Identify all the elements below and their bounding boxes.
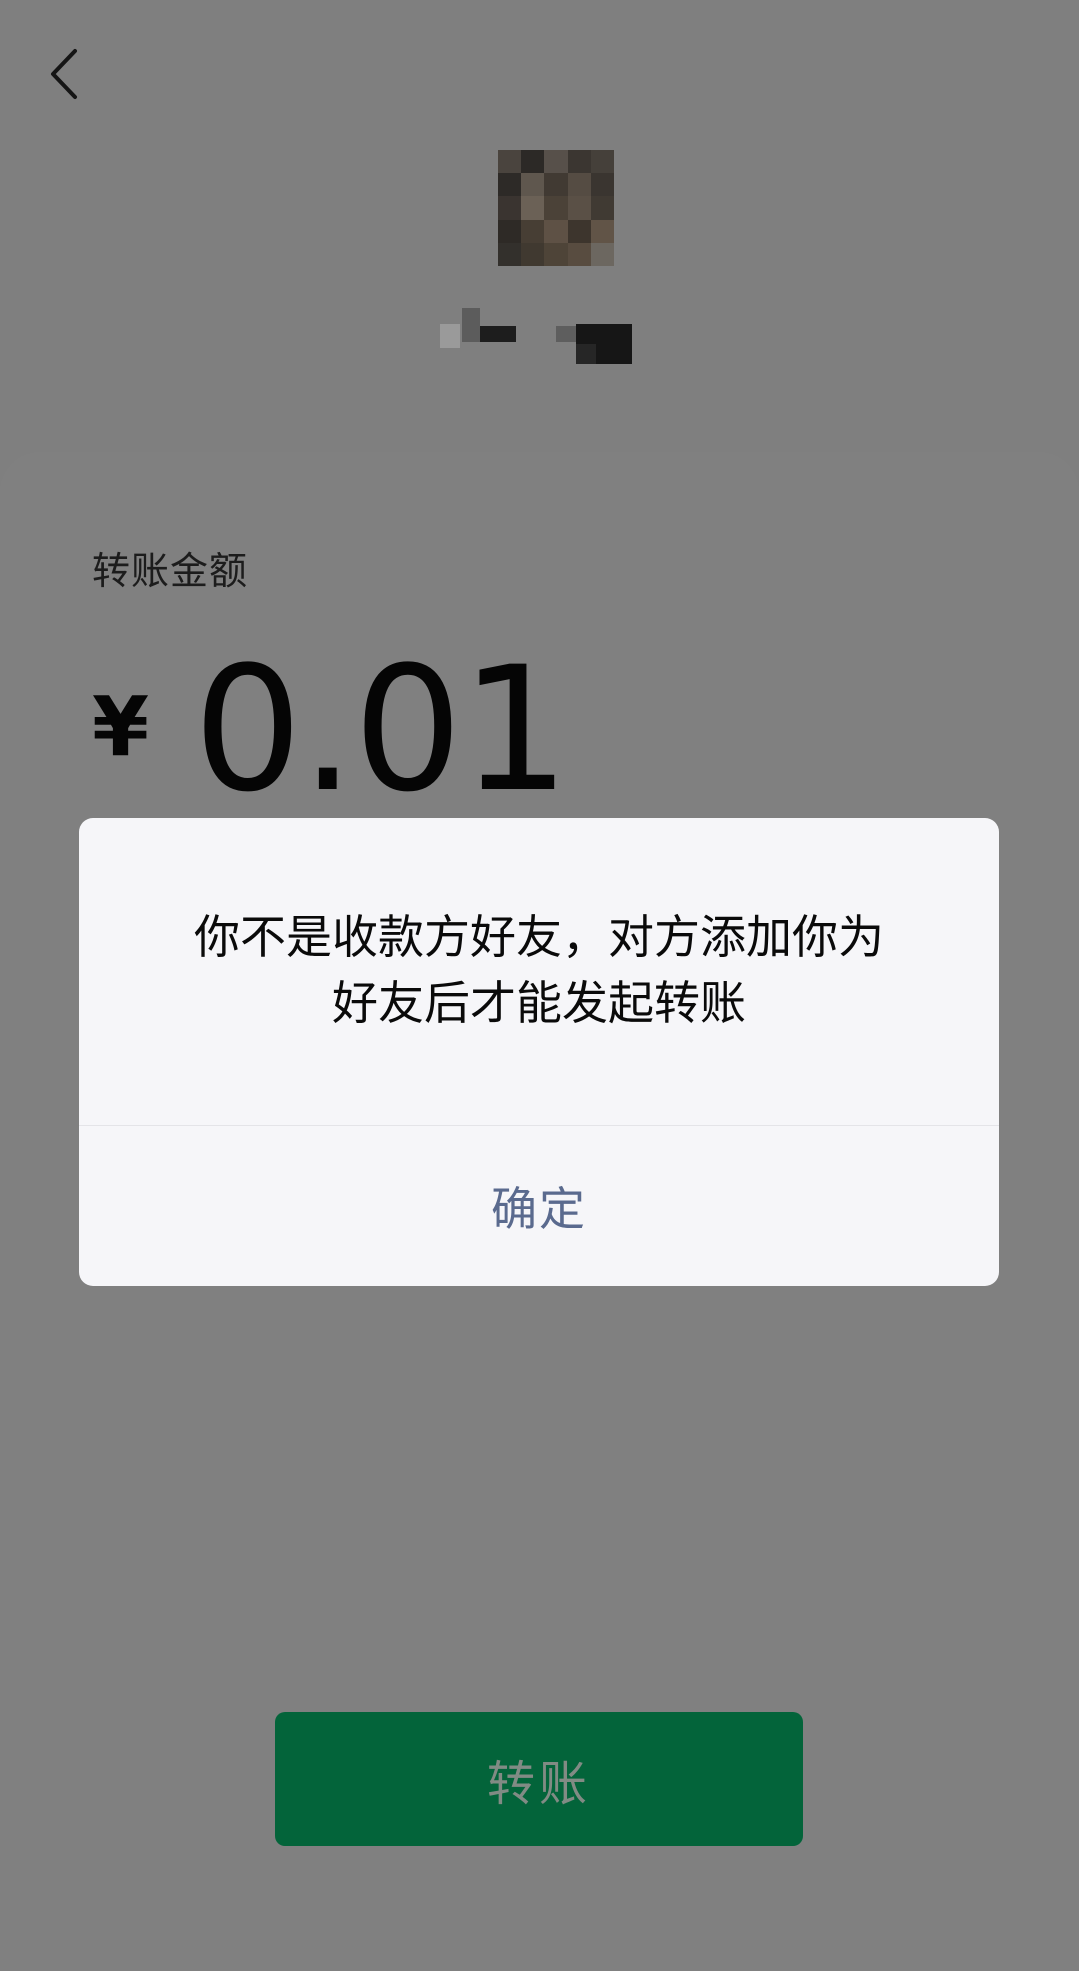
transfer-screen: 转账金额 ¥ 0.01 转账 你不是收款方好友，对方添加你为 好友后才能发起转账… xyxy=(0,0,1079,1971)
amount-label: 转账金额 xyxy=(92,549,249,593)
amount-input[interactable]: ¥ 0.01 xyxy=(92,644,570,816)
payee-avatar xyxy=(498,150,614,266)
dialog-message-line-2: 好友后才能发起转账 xyxy=(332,976,746,1030)
transfer-button[interactable]: 转账 xyxy=(275,1712,803,1846)
alert-dialog: 你不是收款方好友，对方添加你为 好友后才能发起转账 确定 xyxy=(79,818,999,1286)
payee-name-obscured xyxy=(440,304,634,364)
dialog-message-line-1: 你不是收款方好友，对方添加你为 xyxy=(194,910,884,964)
dialog-message: 你不是收款方好友，对方添加你为 好友后才能发起转账 xyxy=(79,904,999,1036)
amount-value: 0.01 xyxy=(193,629,570,830)
chevron-left-icon xyxy=(51,49,77,99)
dialog-confirm-button[interactable]: 确定 xyxy=(79,1126,999,1286)
currency-symbol: ¥ xyxy=(92,679,150,775)
back-button[interactable] xyxy=(40,44,88,104)
